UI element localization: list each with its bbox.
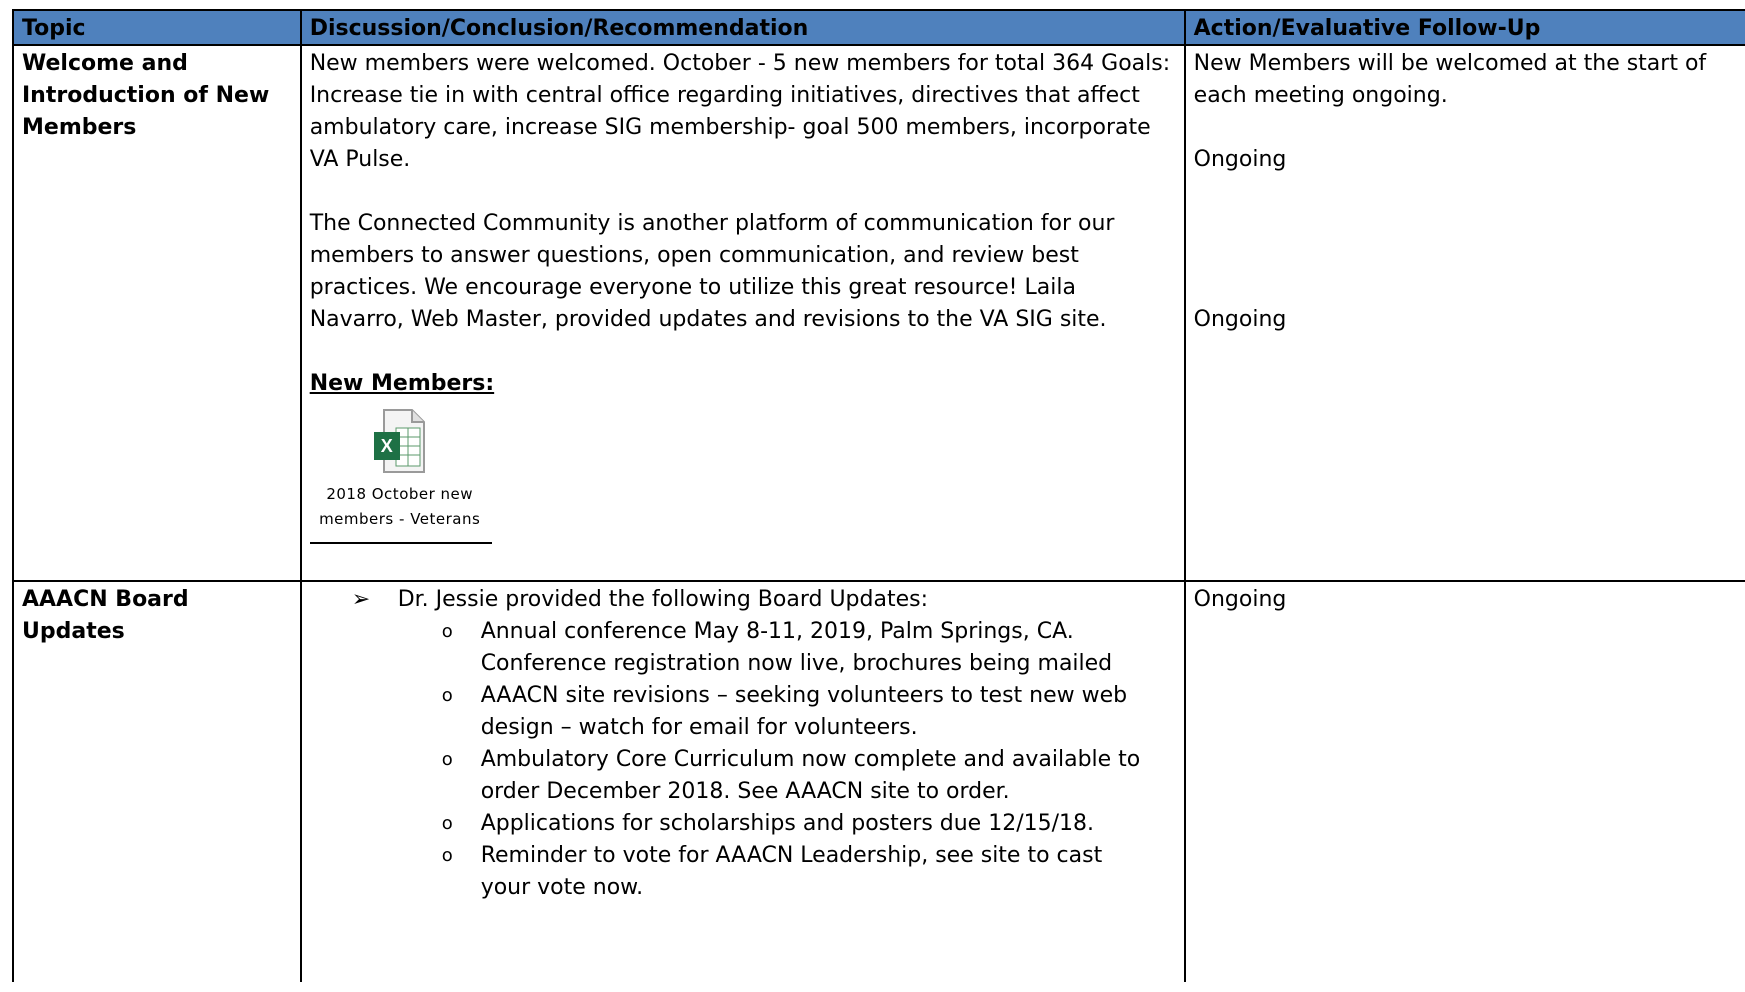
list-item: o Applications for scholarships and poste… xyxy=(310,808,1176,840)
excel-file-icon: X xyxy=(373,409,425,473)
circle-bullet-icon: o xyxy=(441,845,453,866)
action-new-members: Ongoing xyxy=(1193,307,1287,332)
board-updates-intro: Dr. Jessie provided the following Board … xyxy=(397,587,928,612)
action-board-updates: Ongoing xyxy=(1186,582,1745,982)
table-row-welcome: Welcome and Introduction of New Members … xyxy=(14,46,1745,582)
attachment-caption: 2018 October new members - Veterans xyxy=(319,485,481,528)
table-row-board-updates: AAACN Board Updates ➢ Dr. Jessie provide… xyxy=(14,582,1745,982)
list-item: o Ambulatory Core Curriculum now complete… xyxy=(310,744,1176,808)
circle-bullet-icon: o xyxy=(441,749,453,770)
topic-board-updates: AAACN Board Updates xyxy=(14,582,302,982)
board-updates-bullet: ➢ Dr. Jessie provided the following Boar… xyxy=(310,584,1176,616)
paragraph-connected-community: The Connected Community is another platf… xyxy=(309,211,1115,332)
discussion-board-updates: ➢ Dr. Jessie provided the following Boar… xyxy=(302,582,1186,982)
header-discussion: Discussion/Conclusion/Recommendation xyxy=(302,11,1186,44)
list-item: o AAACN site revisions – seeking voluntee… xyxy=(310,680,1176,744)
list-item: o Reminder to vote for AAACN Leadership, … xyxy=(310,840,1176,904)
attachment-underline xyxy=(309,542,492,544)
header-action: Action/Evaluative Follow-Up xyxy=(1186,11,1745,44)
minutes-table: Topic Discussion/Conclusion/Recommendati… xyxy=(12,9,1745,982)
action-connected-community: Ongoing xyxy=(1193,147,1287,172)
circle-bullet-icon: o xyxy=(441,813,453,834)
header-topic: Topic xyxy=(14,11,302,44)
circle-bullet-icon: o xyxy=(441,685,453,706)
list-item: o Annual conference May 8-11, 2019, Palm … xyxy=(310,616,1176,680)
action-welcome-text: New Members will be welcomed at the star… xyxy=(1193,51,1707,108)
board-updates-list: o Annual conference May 8-11, 2019, Palm … xyxy=(310,616,1176,904)
paragraph-new-members-goals: New members were welcomed. October - 5 n… xyxy=(309,51,1171,172)
circle-bullet-icon: o xyxy=(441,621,453,642)
arrow-bullet-icon: ➢ xyxy=(351,587,371,612)
topic-welcome: Welcome and Introduction of New Members xyxy=(14,46,302,580)
table-header-row: Topic Discussion/Conclusion/Recommendati… xyxy=(14,11,1745,46)
new-members-heading: New Members: xyxy=(309,371,495,396)
embedded-attachment[interactable]: X 2018 October new members - Veterans xyxy=(310,408,490,532)
svg-text:X: X xyxy=(380,436,393,456)
action-welcome: New Members will be welcomed at the star… xyxy=(1186,46,1745,580)
discussion-welcome: New members were welcomed. October - 5 n… xyxy=(302,46,1186,580)
